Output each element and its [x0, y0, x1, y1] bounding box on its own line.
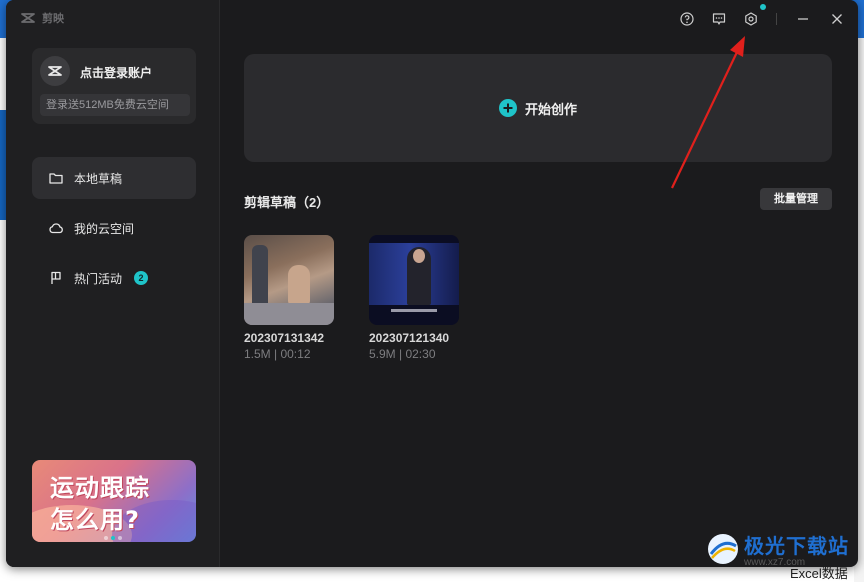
draft-name: 202307121340 [369, 331, 450, 345]
thumbnail-face [413, 249, 425, 263]
watermark-title: 极光下载站 [744, 534, 849, 558]
feedback-button[interactable] [710, 10, 728, 28]
toolbar-divider [776, 13, 777, 25]
settings-icon [745, 12, 757, 26]
banner-dot[interactable] [118, 536, 122, 540]
banner-title-line1: 运动跟踪 [50, 474, 150, 502]
promo-banner[interactable]: 运动跟踪 怎么用? [32, 460, 196, 542]
site-watermark: 极光下载站 www.xz7.com [706, 530, 849, 568]
sidebar-item-cloud-space[interactable]: 我的云空间 [32, 207, 196, 249]
notification-badge: 2 [134, 271, 149, 285]
capcut-logo-icon [21, 13, 35, 23]
thumbnail-figure [252, 245, 268, 305]
login-label[interactable]: 点击登录账户 [80, 64, 152, 81]
start-creating-label: 开始创作 [524, 101, 577, 117]
capcut-avatar-icon [48, 66, 62, 76]
draft-name: 202307131342 [244, 331, 325, 345]
close-icon [832, 14, 842, 24]
sidebar: 剪映 点击登录账户 登录送512MB免费云空间 本地草稿 我的云空间 热门活动 … [6, 0, 220, 567]
avatar[interactable] [40, 56, 70, 86]
thumbnail-figure [288, 265, 310, 305]
draft-thumbnail[interactable] [244, 235, 334, 325]
sidebar-item-hot-events[interactable]: 热门活动 2 [32, 257, 196, 299]
start-creating-button[interactable]: 开始创作 [244, 54, 832, 162]
banner-dot-active[interactable] [111, 536, 115, 540]
draft-thumbnail[interactable] [369, 235, 459, 325]
cloud-icon [49, 223, 63, 234]
help-icon [680, 12, 694, 26]
plus-icon [498, 99, 517, 117]
minimize-icon [798, 18, 808, 20]
close-button[interactable] [828, 10, 846, 28]
sidebar-item-label: 本地草稿 [74, 171, 123, 186]
settings-button[interactable] [742, 10, 760, 28]
sidebar-item-label: 热门活动 [74, 271, 123, 286]
draft-card[interactable]: 202307131342 1.5M | 00:12 [244, 235, 336, 361]
banner-title-line2: 怎么用? [50, 506, 140, 534]
watermark-url: www.xz7.com [744, 557, 806, 568]
flag-icon [51, 271, 61, 284]
folder-icon [49, 173, 63, 184]
banner-pagination [104, 536, 122, 540]
feedback-icon [712, 13, 726, 25]
cloud-storage-promo[interactable]: 登录送512MB免费云空间 [40, 94, 190, 116]
draft-meta: 1.5M | 00:12 [244, 347, 311, 361]
batch-manage-button[interactable]: 批量管理 [760, 188, 832, 210]
login-card[interactable]: 点击登录账户 登录送512MB免费云空间 [32, 48, 196, 124]
draft-meta: 5.9M | 02:30 [369, 347, 436, 361]
watermark-logo-icon [708, 534, 738, 564]
minimize-button[interactable] [794, 10, 812, 28]
thumbnail-bed [244, 303, 334, 325]
settings-notification-dot [760, 4, 766, 10]
sidebar-item-label: 我的云空间 [74, 221, 135, 236]
banner-dot[interactable] [104, 536, 108, 540]
sidebar-item-local-drafts[interactable]: 本地草稿 [32, 157, 196, 199]
draft-card[interactable]: 202307121340 5.9M | 02:30 [369, 235, 461, 361]
app-logo-text: 剪映 [42, 13, 64, 25]
thumbnail-subtitle [391, 309, 437, 312]
app-window: 剪映 点击登录账户 登录送512MB免费云空间 本地草稿 我的云空间 热门活动 … [6, 0, 858, 567]
help-button[interactable] [678, 10, 696, 28]
app-logo: 剪映 [20, 10, 64, 26]
drafts-section-title: 剪辑草稿（2） [244, 195, 330, 210]
